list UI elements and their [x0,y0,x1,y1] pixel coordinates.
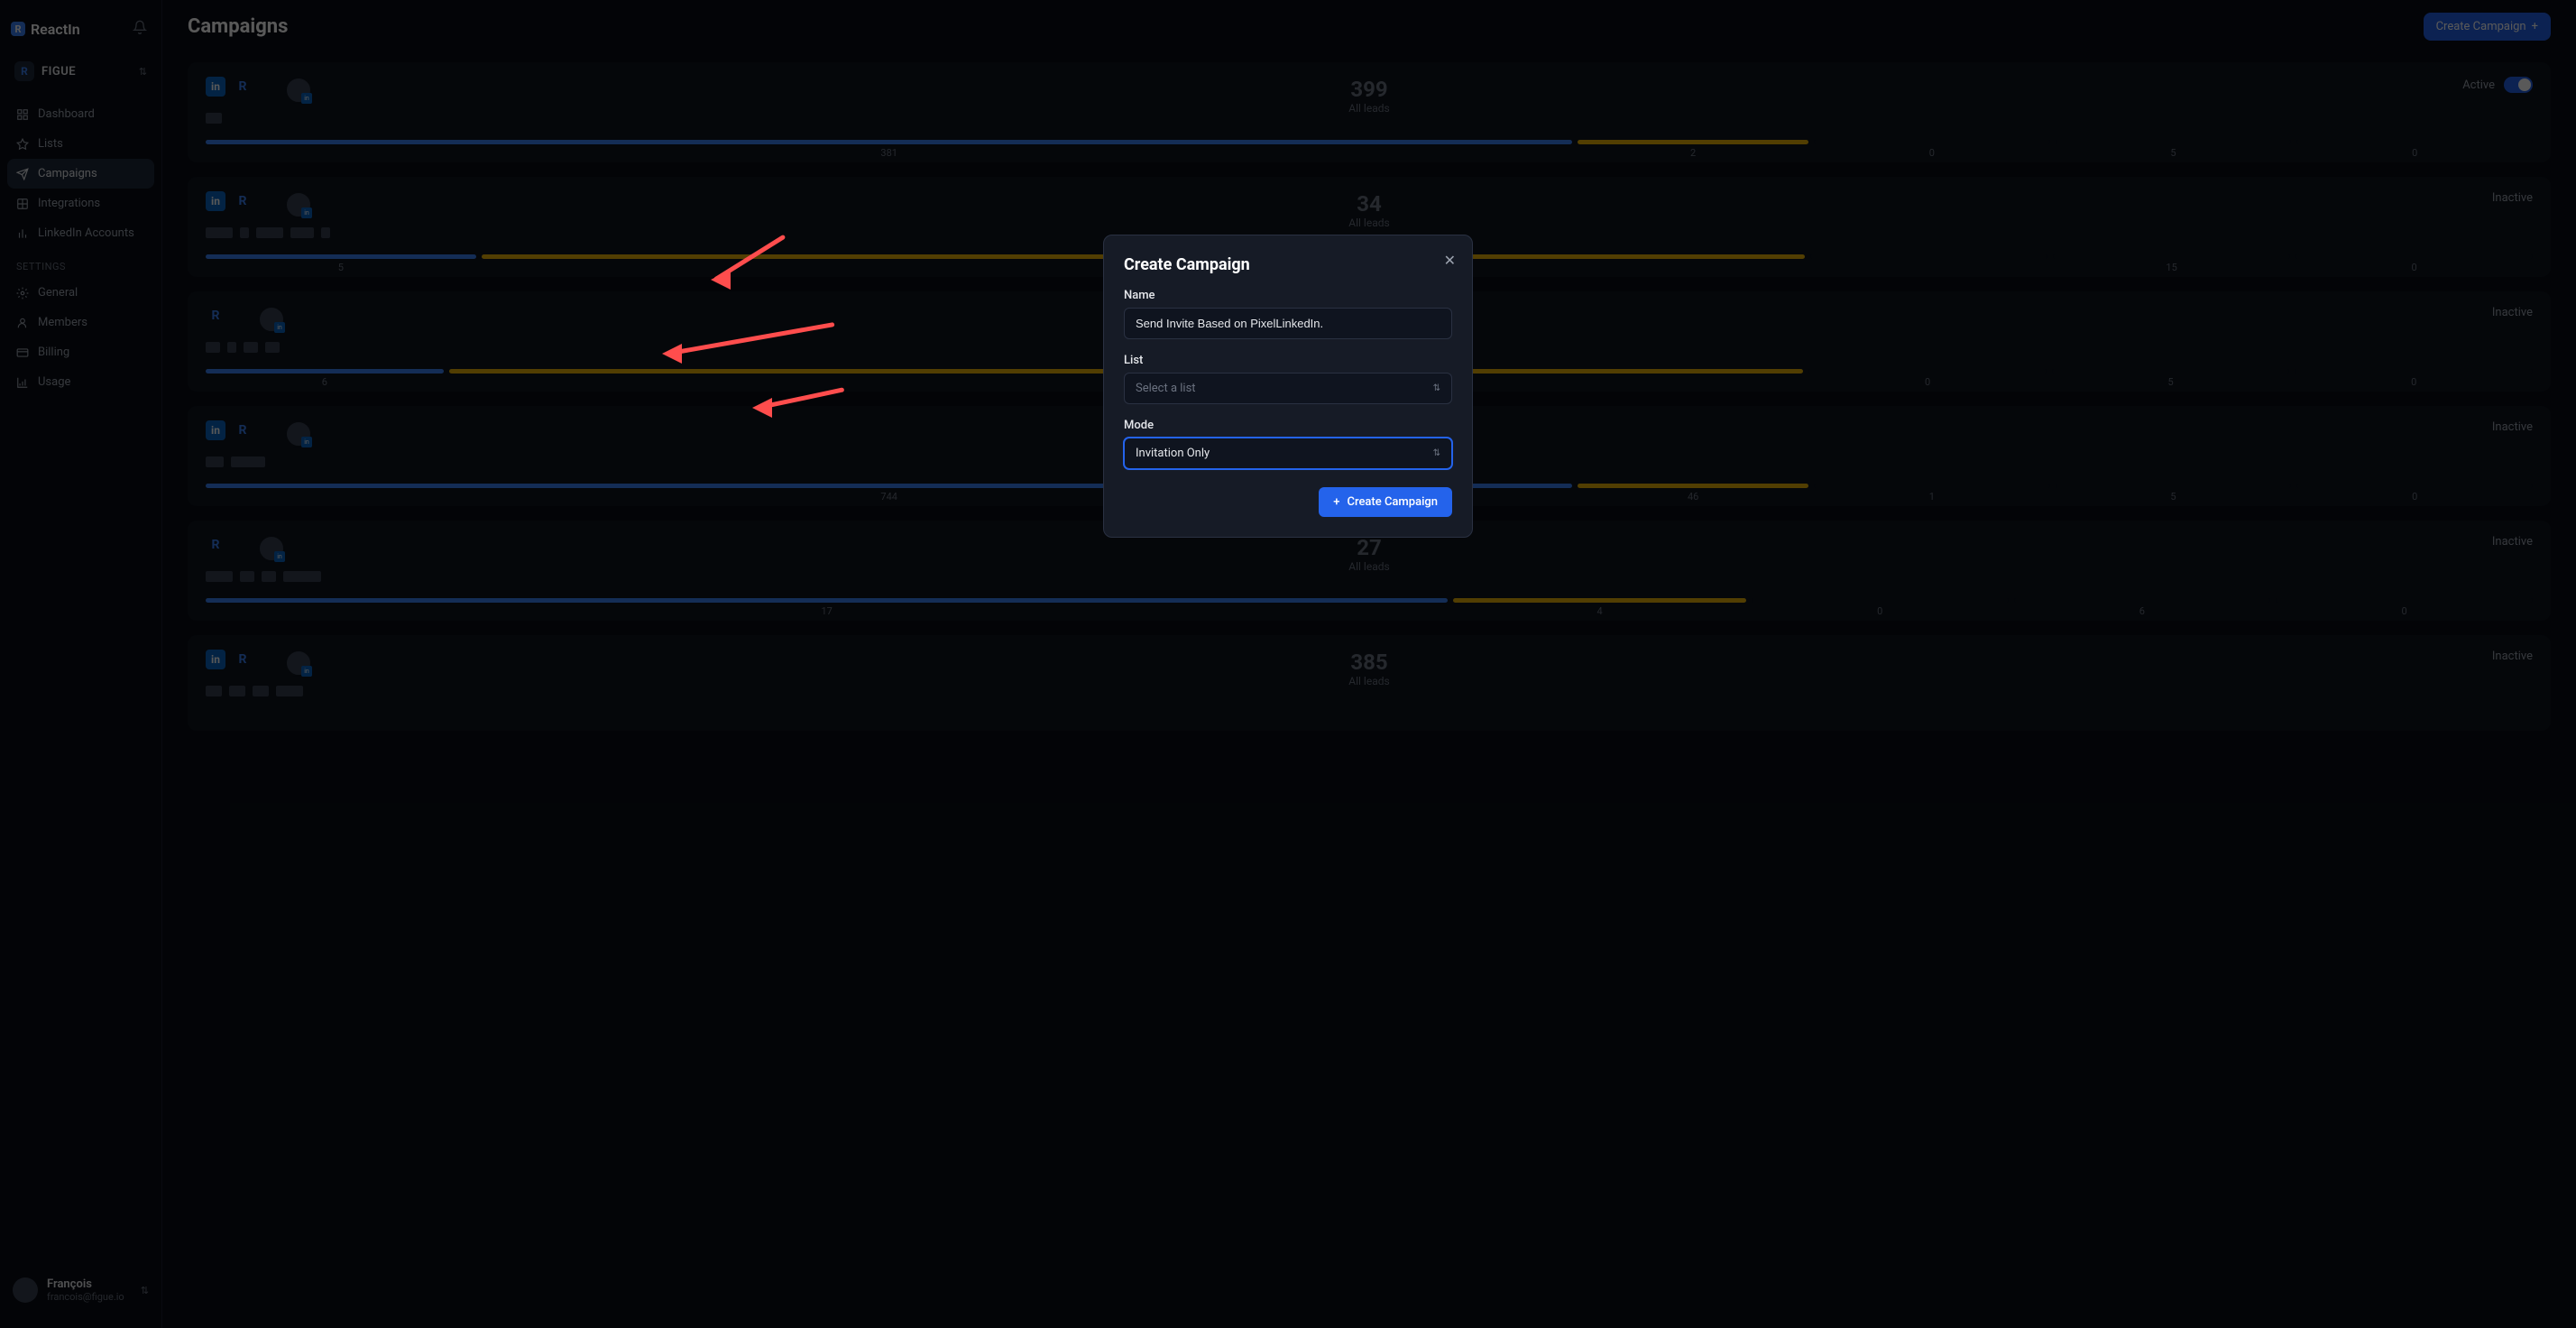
mode-label: Mode [1124,419,1452,432]
chevron-updown-icon: ⇅ [1433,384,1440,393]
campaign-name-input[interactable] [1124,308,1452,339]
mode-select-value: Invitation Only [1136,447,1210,460]
create-campaign-modal: Create Campaign ✕ Name List Select a lis… [1103,235,1473,538]
name-label: Name [1124,289,1452,302]
list-select[interactable]: Select a list ⇅ [1124,373,1452,404]
plus-icon: + [1333,495,1339,509]
mode-select[interactable]: Invitation Only ⇅ [1124,438,1452,469]
submit-label: Create Campaign [1347,495,1438,509]
list-label: List [1124,354,1452,367]
modal-overlay[interactable] [0,0,2576,1328]
chevron-updown-icon: ⇅ [1433,449,1440,458]
list-select-value: Select a list [1136,382,1196,395]
create-campaign-submit-button[interactable]: + Create Campaign [1319,487,1452,517]
close-icon[interactable]: ✕ [1444,252,1456,269]
modal-title: Create Campaign [1124,255,1452,274]
